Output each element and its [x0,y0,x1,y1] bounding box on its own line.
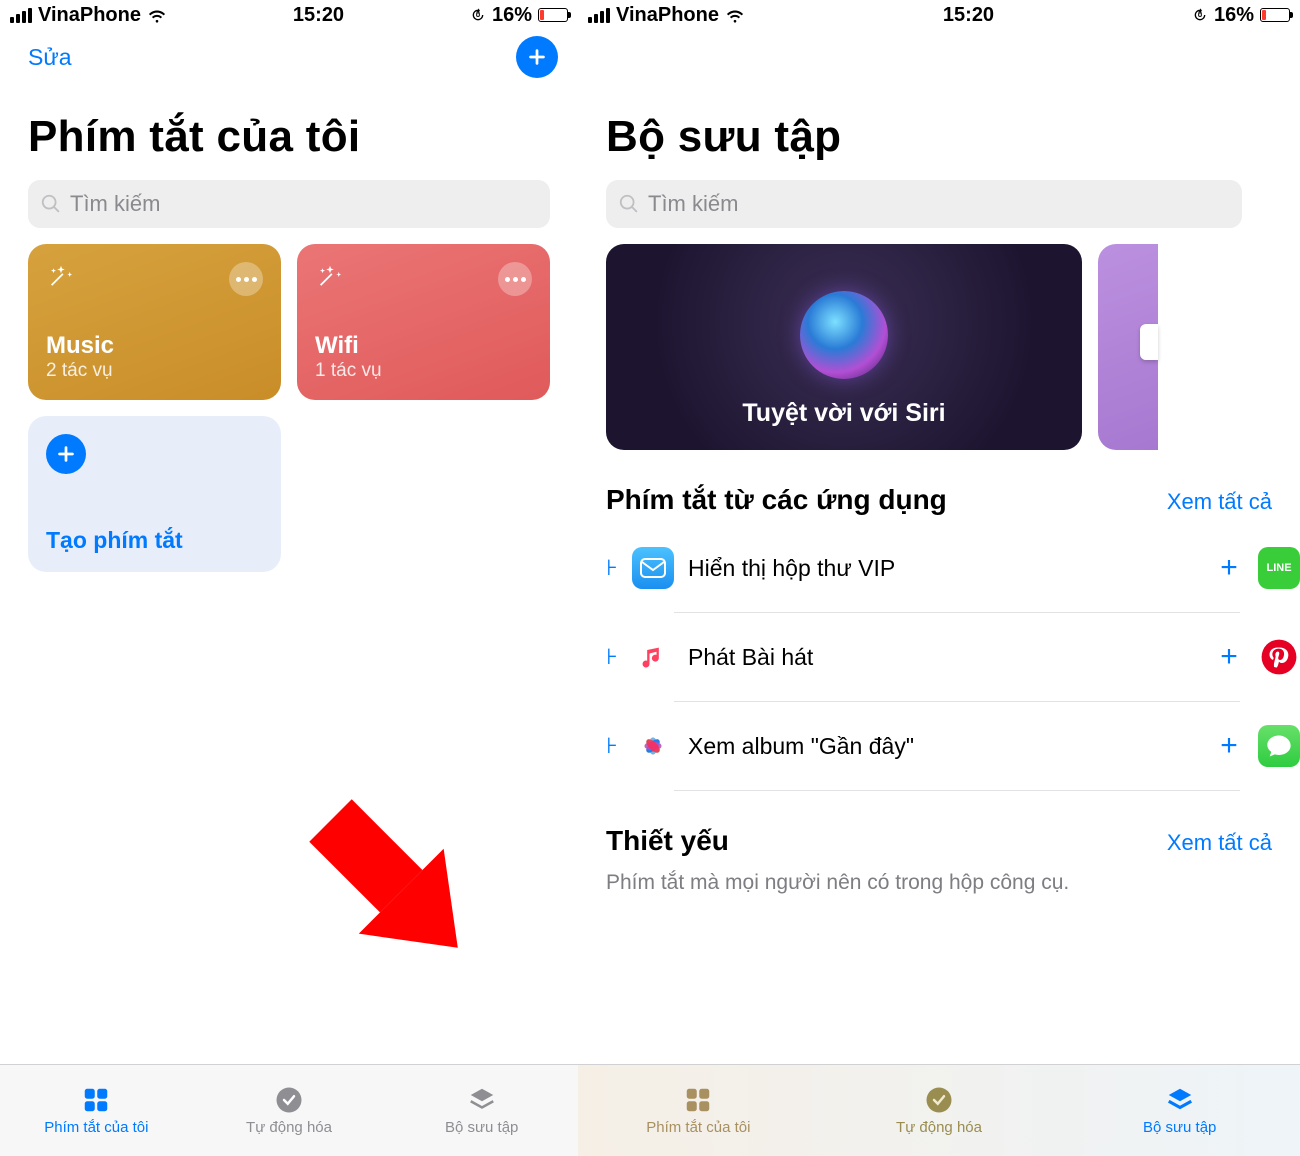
clock-label: 15:20 [943,4,994,27]
shortcut-card-wifi[interactable]: Wifi 1 tác vụ [297,244,550,400]
tab-automation[interactable]: Tự động hóa [819,1065,1060,1156]
tab-label: Tự động hóa [896,1119,982,1136]
annotation-arrow [250,740,510,1000]
search-placeholder: Tìm kiếm [648,191,738,217]
tab-my-shortcuts[interactable]: Phím tắt của tôi [0,1065,193,1156]
tab-label: Bộ sưu tập [1143,1119,1216,1136]
signal-icon [10,8,32,23]
section-essentials-title: Thiết yếu [606,825,729,857]
page-title: Bộ sưu tập [578,84,1300,176]
search-icon [40,193,62,215]
battery-pct-label: 16% [492,4,532,27]
tab-automation[interactable]: Tự động hóa [193,1065,386,1156]
create-shortcut-label: Tạo phím tắt [46,527,263,554]
carrier-label: VinaPhone [38,4,141,27]
tab-label: Bộ sưu tập [445,1119,518,1136]
wifi-icon [725,8,745,23]
status-bar: VinaPhone 15:20 16% [0,0,578,30]
tab-gallery[interactable]: Bộ sưu tập [385,1065,578,1156]
add-button[interactable]: + [1214,640,1244,674]
search-input[interactable]: Tìm kiếm [28,180,550,228]
tab-my-shortcuts[interactable]: Phím tắt của tôi [578,1065,819,1156]
wand-icon [46,262,76,292]
photos-app-icon [632,725,674,767]
clock-check-icon [274,1085,304,1115]
card-more-button[interactable] [229,262,263,296]
battery-pct-label: 16% [1214,4,1254,27]
tab-gallery[interactable]: Bộ sưu tập [1059,1065,1300,1156]
plus-icon [46,434,86,474]
hero-siri-card[interactable]: Tuyệt vời với Siri [606,244,1082,450]
add-button[interactable]: + [1214,551,1244,585]
handle-icon: ⊦ [606,555,618,581]
grid-icon [81,1085,111,1115]
clock-label: 15:20 [293,4,344,27]
row-label: Hiển thị hộp thư VIP [688,555,1200,582]
tab-label: Phím tắt của tôi [646,1119,750,1136]
siri-icon [800,291,888,379]
row-label: Xem album "Gần đây" [688,733,1200,760]
tab-label: Phím tắt của tôi [44,1119,148,1136]
handle-icon: ⊦ [606,733,618,759]
card-more-button[interactable] [498,262,532,296]
wand-icon [315,262,345,292]
tab-label: Tự động hóa [246,1119,332,1136]
hero-next-card[interactable] [1098,244,1158,450]
create-shortcut-card[interactable]: Tạo phím tắt [28,416,281,572]
card-title: Music [46,332,263,360]
search-placeholder: Tìm kiếm [70,191,160,217]
signal-icon [588,8,610,23]
layers-icon [467,1085,497,1115]
rotation-lock-icon [470,7,486,23]
page-title: Phím tắt của tôi [0,84,578,176]
edit-button[interactable]: Sửa [28,44,72,71]
layers-icon [1165,1085,1195,1115]
card-subtitle: 1 tác vụ [315,360,532,382]
battery-icon [538,8,568,22]
handle-icon: ⊦ [606,644,618,670]
screen-my-shortcuts: VinaPhone 15:20 16% Sửa Phím tắt của tôi… [0,0,578,1156]
rotation-lock-icon [1192,7,1208,23]
wifi-icon [147,8,167,23]
section-apps-title: Phím tắt từ các ứng dụng [606,484,947,516]
grid-icon [683,1085,713,1115]
app-shortcut-row[interactable]: ⊦ Phát Bài hát + [606,613,1300,701]
messages-app-icon [1258,725,1300,767]
tab-bar: Phím tắt của tôi Tự động hóa Bộ sưu tập [0,1064,578,1156]
tab-bar: Phím tắt của tôi Tự động hóa Bộ sưu tập [578,1064,1300,1156]
app-shortcut-row[interactable]: ⊦ Xem [606,702,1300,790]
row-label: Phát Bài hát [688,644,1200,671]
add-button[interactable]: + [1214,729,1244,763]
shortcut-card-music[interactable]: Music 2 tác vụ [28,244,281,400]
search-input[interactable]: Tìm kiếm [606,180,1242,228]
line-app-icon: LINE [1258,547,1300,589]
status-bar: VinaPhone 15:20 16% [578,0,1300,30]
search-icon [618,193,640,215]
carrier-label: VinaPhone [616,4,719,27]
plus-icon [526,46,548,68]
screen-gallery: VinaPhone 15:20 16% Bộ sưu tập Tìm kiếm … [578,0,1300,1156]
nav-bar: Sửa [0,30,578,84]
section-essentials-subtitle: Phím tắt mà mọi người nên có trong hộp c… [578,865,1300,895]
app-shortcut-row[interactable]: ⊦ Hiển thị hộp thư VIP + LINE [606,524,1300,612]
card-subtitle: 2 tác vụ [46,360,263,382]
battery-icon [1260,8,1290,22]
clock-check-icon [924,1085,954,1115]
pinterest-app-icon [1258,636,1300,678]
add-shortcut-button[interactable] [516,36,558,78]
card-title: Wifi [315,332,532,360]
music-app-icon [632,636,674,678]
see-all-button[interactable]: Xem tất cả [1167,830,1272,856]
hero-caption: Tuyệt vời với Siri [742,399,945,428]
mail-app-icon [632,547,674,589]
see-all-button[interactable]: Xem tất cả [1167,489,1272,515]
